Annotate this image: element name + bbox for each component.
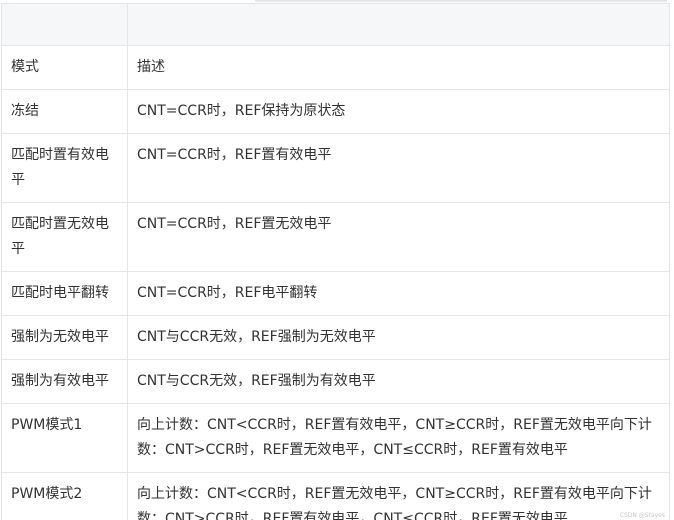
- mode-cell: 匹配时电平翻转: [1, 271, 128, 316]
- description-cell: CNT=CCR时，REF置无效电平: [127, 202, 670, 272]
- mode-cell: 冻结: [1, 89, 128, 134]
- table-row: PWM模式1 向上计数：CNT<CCR时，REF置有效电平，CNT≥CCR时，R…: [1, 403, 670, 473]
- table-row: 强制为有效电平 CNT与CCR无效，REF强制为有效电平: [1, 359, 670, 404]
- description-cell: 向上计数：CNT<CCR时，REF置有效电平，CNT≥CCR时，REF置无效电平…: [127, 403, 670, 473]
- description-cell: CNT=CCR时，REF保持为原状态: [127, 89, 670, 134]
- table-row: 强制为无效电平 CNT与CCR无效，REF强制为无效电平: [1, 315, 670, 360]
- mode-cell: 模式: [1, 45, 128, 90]
- description-cell: CNT=CCR时，REF置有效电平: [127, 133, 670, 203]
- pwm-mode-table: 模式 描述 冻结 CNT=CCR时，REF保持为原状态 匹配时置有效电平 CNT…: [1, 3, 670, 520]
- table-row: 冻结 CNT=CCR时，REF保持为原状态: [1, 89, 670, 134]
- table-row: PWM模式2 向上计数：CNT<CCR时，REF置无效电平，CNT≥CCR时，R…: [1, 472, 670, 520]
- description-cell: CNT=CCR时，REF电平翻转: [127, 271, 670, 316]
- table-row: 匹配时置有效电平 CNT=CCR时，REF置有效电平: [1, 133, 670, 203]
- table-row: 匹配时电平翻转 CNT=CCR时，REF电平翻转: [1, 271, 670, 316]
- table-row: 匹配时置无效电平 CNT=CCR时，REF置无效电平: [1, 202, 670, 272]
- mode-cell: PWM模式2: [1, 472, 128, 520]
- mode-cell: 强制为无效电平: [1, 315, 128, 360]
- page: 模式 描述 冻结 CNT=CCR时，REF保持为原状态 匹配时置有效电平 CNT…: [0, 0, 674, 520]
- watermark: CSDN @Stayes: [619, 512, 665, 519]
- header-cell-description: [127, 3, 670, 46]
- header-cell-mode: [1, 3, 128, 46]
- description-cell: 描述: [127, 45, 670, 90]
- description-cell: 向上计数：CNT<CCR时，REF置无效电平，CNT≥CCR时，REF置有效电平…: [127, 472, 670, 520]
- table-row: 模式 描述: [1, 45, 670, 90]
- mode-cell: PWM模式1: [1, 403, 128, 473]
- description-cell: CNT与CCR无效，REF强制为有效电平: [127, 359, 670, 404]
- mode-cell: 匹配时置有效电平: [1, 133, 128, 203]
- description-cell: CNT与CCR无效，REF强制为无效电平: [127, 315, 670, 360]
- table-header-row: [1, 3, 670, 46]
- mode-cell: 强制为有效电平: [1, 359, 128, 404]
- mode-cell: 匹配时置无效电平: [1, 202, 128, 272]
